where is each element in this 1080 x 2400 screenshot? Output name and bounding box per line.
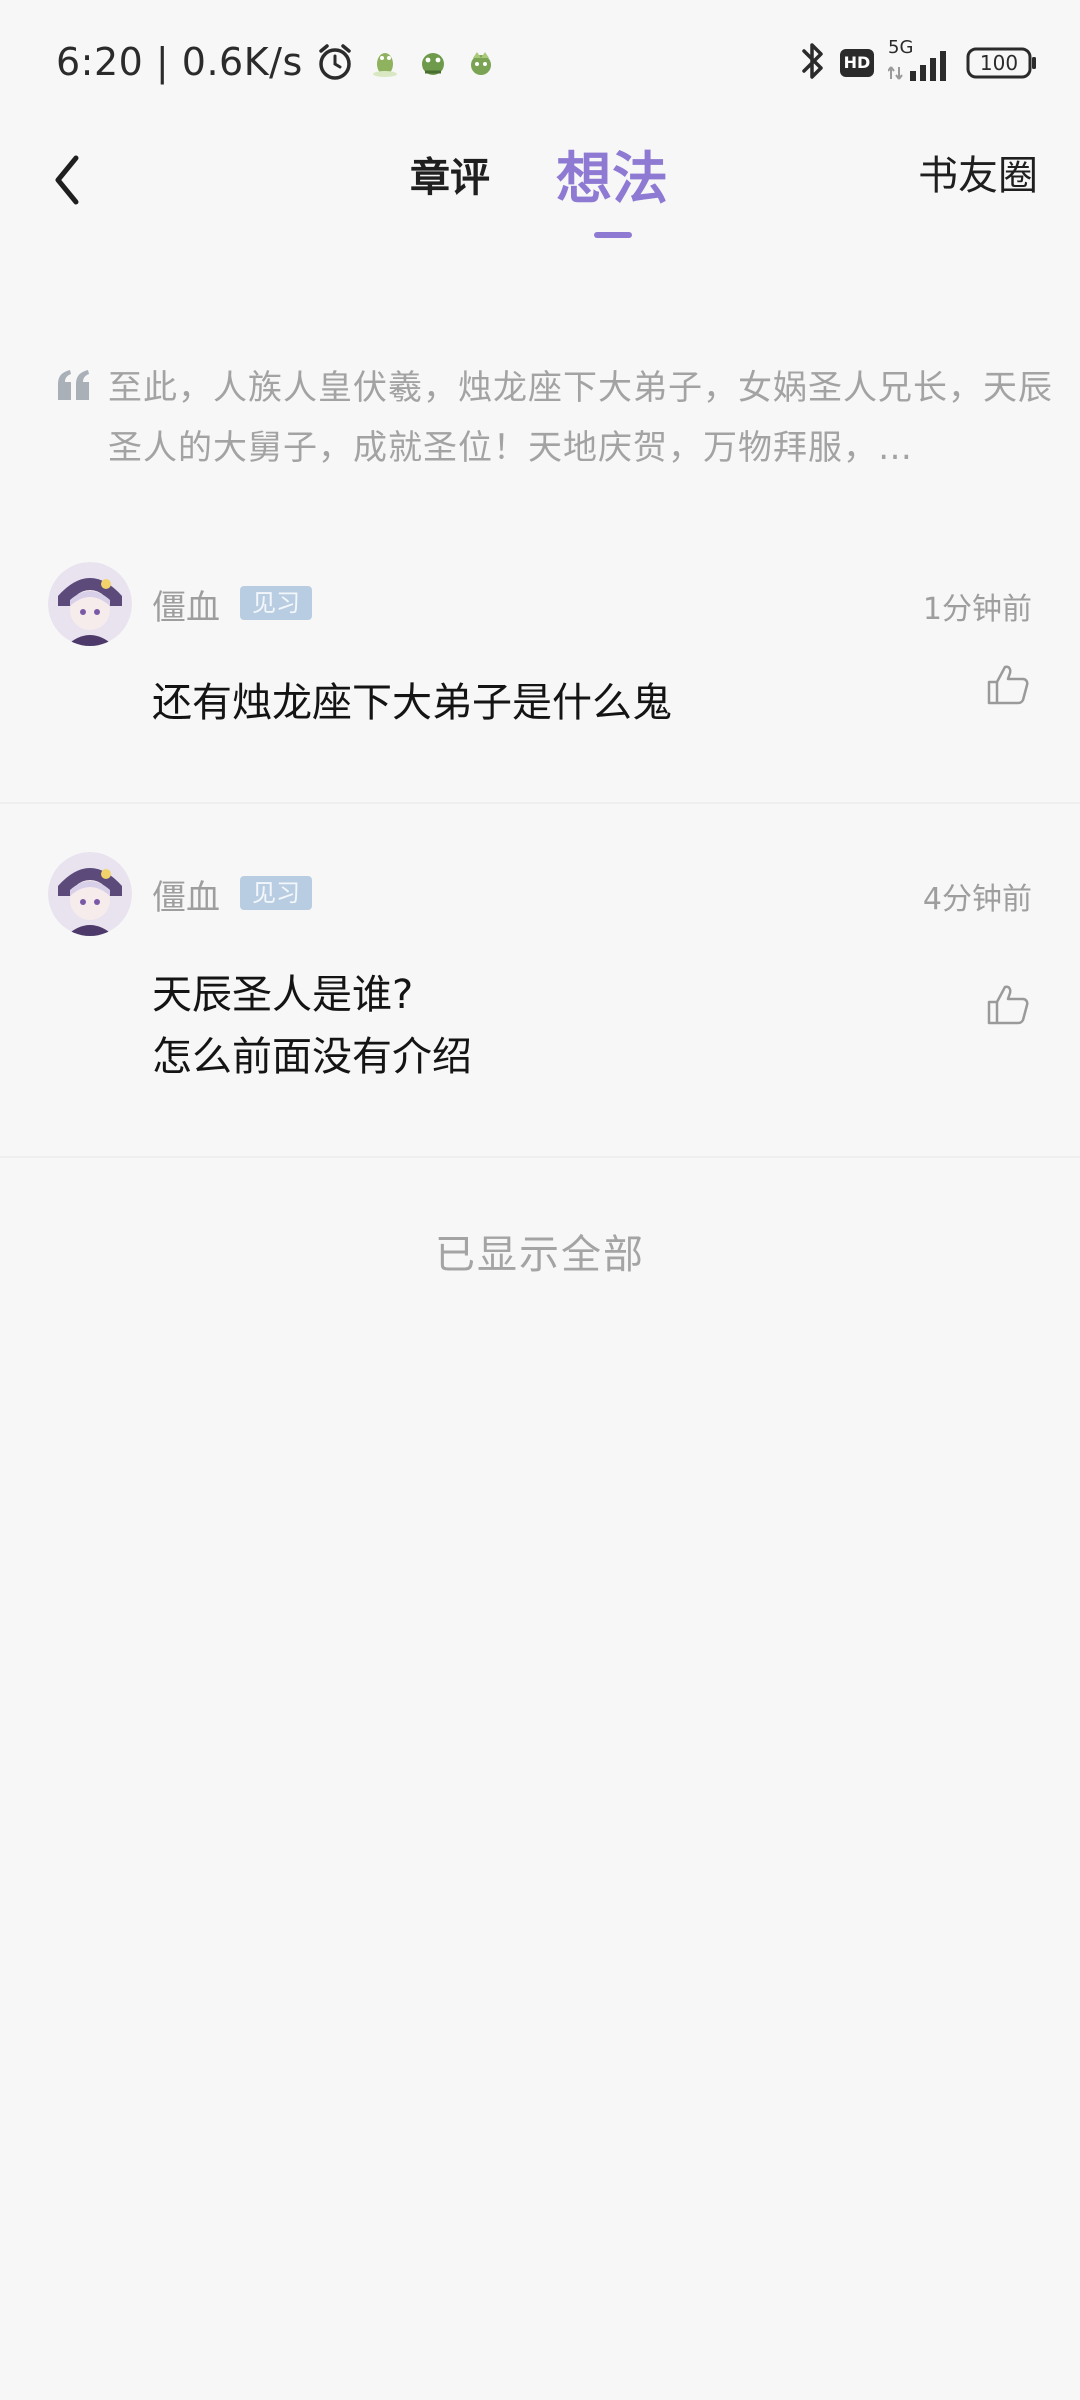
book-circle-link[interactable]: 书友圈 <box>918 144 1038 208</box>
status-right: HD 5G 100 <box>786 37 1038 88</box>
tab-ideas[interactable]: 想法 <box>550 126 674 222</box>
header: 章评 想法 书友圈 <box>0 126 1080 256</box>
app-notification-icon <box>367 44 403 80</box>
active-tab-indicator <box>594 232 632 238</box>
battery-icon: 100 <box>966 47 1038 79</box>
status-bar: 6:20 | 0.6K/s HD 5G 100 <box>0 0 1080 126</box>
all-shown-label: 已显示全部 <box>435 1232 645 1278</box>
hd-badge: HD <box>840 49 874 77</box>
comment-item[interactable]: 僵血 见习 4分钟前 天辰圣人是谁? 怎么前面没有介绍 <box>0 804 1080 1158</box>
timestamp: 1分钟前 <box>922 592 1032 627</box>
avatar[interactable] <box>48 852 132 936</box>
app-notification-icon <box>415 44 451 80</box>
comment-item[interactable]: 僵血 见习 1分钟前 还有烛龙座下大弟子是什么鬼 <box>0 540 1080 804</box>
comment-text: 天辰圣人是谁? 怎么前面没有介绍 <box>152 972 472 1080</box>
alarm-icon <box>315 42 355 82</box>
like-button[interactable] <box>984 660 1032 708</box>
battery-level: 100 <box>979 51 1019 75</box>
signal-icon: 5G <box>888 37 952 85</box>
quote-text: 至此，人族人皇伏羲，烛龙座下大弟子，女娲圣人兄长，天辰圣人的大舅子，成就圣位！天… <box>108 368 1053 468</box>
app-notification-icon <box>463 44 499 80</box>
tab-chapter-reviews[interactable]: 章评 <box>398 126 502 222</box>
timestamp: 4分钟前 <box>922 882 1032 917</box>
username[interactable]: 僵血 <box>152 870 220 919</box>
status-left: 6:20 | 0.6K/s <box>56 36 499 88</box>
level-badge: 见习 <box>240 876 312 910</box>
bluetooth-icon <box>800 40 826 86</box>
avatar[interactable] <box>48 562 132 646</box>
level-badge: 见习 <box>240 586 312 620</box>
username[interactable]: 僵血 <box>152 580 220 629</box>
thumbs-up-icon <box>987 985 1029 1025</box>
comment-text: 还有烛龙座下大弟子是什么鬼 <box>152 680 672 726</box>
like-button[interactable] <box>984 980 1032 1028</box>
status-time: 6:20 | 0.6K/s <box>56 40 303 84</box>
thumbs-up-icon <box>987 665 1029 705</box>
quote-icon <box>58 370 89 400</box>
